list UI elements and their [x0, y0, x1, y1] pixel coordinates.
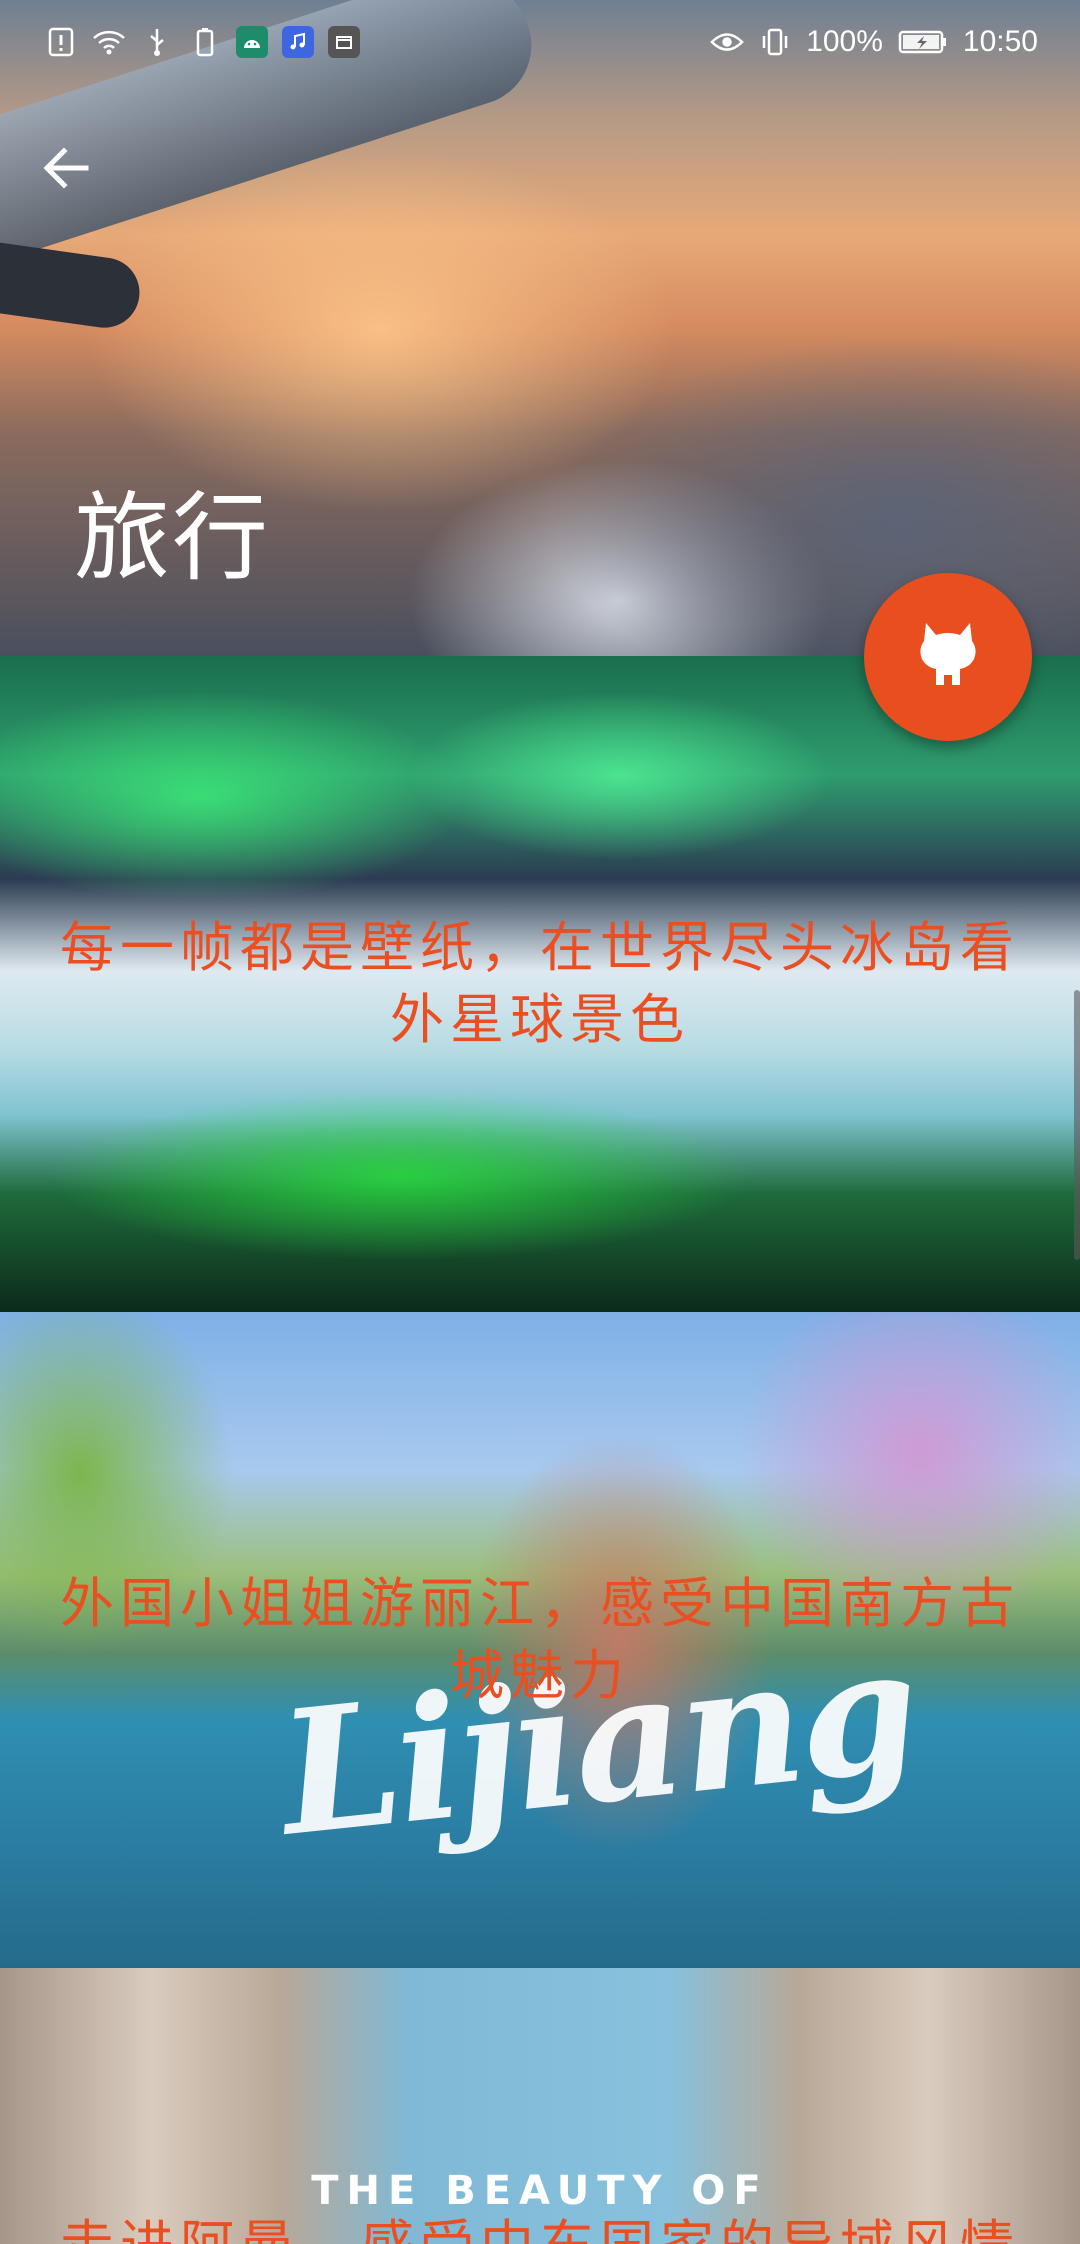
page-title: 旅行	[74, 482, 270, 594]
app-screen: 100% 10:50 旅行 每一帧都是壁纸，在世界尽头冰岛看外星球景色 Liji…	[0, 0, 1080, 2244]
article-title: 外国小姐姐游丽江，感受中国南方古城魅力	[60, 1572, 1020, 1707]
battery-charging-icon	[897, 25, 949, 59]
battery-saver-icon	[188, 25, 222, 59]
status-icons-right: 100% 10:50	[710, 25, 1038, 59]
airplane-wing-graphic	[0, 237, 144, 333]
music-app-icon	[282, 26, 314, 58]
arrow-back-icon	[40, 142, 92, 198]
github-octocat-icon	[916, 619, 980, 695]
status-icons-left	[44, 25, 360, 59]
article-card[interactable]: THE BEAUTY OF 走进阿曼，感受中东国家的异域风情	[0, 1968, 1080, 2244]
scrollbar[interactable]	[1074, 990, 1080, 1260]
article-title: 走进阿曼，感受中东国家的异域风情	[60, 2210, 1020, 2244]
eye-comfort-icon	[710, 25, 744, 59]
clock-time: 10:50	[962, 25, 1038, 58]
huawei-app-icon	[328, 26, 360, 58]
header-image: 100% 10:50 旅行	[0, 0, 1080, 656]
usb-icon	[140, 25, 174, 59]
back-button[interactable]	[40, 130, 130, 210]
wifi-icon	[92, 25, 126, 59]
article-card[interactable]: 每一帧都是壁纸，在世界尽头冰岛看外星球景色	[0, 656, 1080, 1312]
image-caption-text: THE BEAUTY OF	[311, 2168, 769, 2214]
vibrate-icon	[758, 25, 792, 59]
article-title: 每一帧都是壁纸，在世界尽头冰岛看外星球景色	[60, 916, 1020, 1051]
status-bar: 100% 10:50	[0, 0, 1080, 84]
sim-alert-icon	[44, 25, 78, 59]
android-app-icon	[236, 26, 268, 58]
battery-percent: 100%	[806, 25, 883, 58]
github-fab-button[interactable]	[864, 573, 1032, 741]
article-card[interactable]: Lijiang 外国小姐姐游丽江，感受中国南方古城魅力	[0, 1312, 1080, 1968]
